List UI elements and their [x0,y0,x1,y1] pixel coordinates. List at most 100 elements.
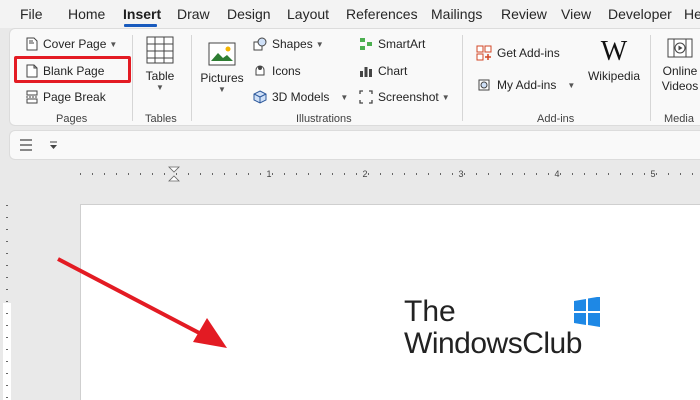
group-divider [132,35,133,121]
ruler-number: 2 [362,169,367,179]
ruler-tick [6,241,8,242]
tab-layout[interactable]: Layout [287,6,329,22]
ruler-number: 1 [266,169,271,179]
chart-icon [360,67,372,77]
online-videos-label-1: Online [662,64,698,78]
screenshot-button[interactable]: Screenshot ▼ [359,90,450,104]
group-label-media: Media [664,113,694,125]
ruler-tick [464,173,465,175]
my-add-ins-icon [478,79,490,91]
wikipedia-button[interactable]: W Wikipedia [585,37,643,84]
tab-help[interactable]: He [684,6,700,22]
quick-access-toolbar [9,130,700,160]
customize-toolbar-icon[interactable] [49,141,58,150]
ruler-tick [236,173,237,175]
tab-references[interactable]: References [346,6,418,22]
logo-text-the: The [404,295,456,328]
my-add-ins-label: My Add-ins [497,78,557,92]
ruler-tick [128,173,129,175]
pictures-button[interactable]: Pictures ▼ [198,41,246,94]
smartart-icon [360,38,372,50]
tab-developer[interactable]: Developer [608,6,672,22]
my-add-ins-button[interactable]: My Add-ins ▼ [476,77,575,93]
vertical-ruler [3,205,11,400]
ruler-tick [524,173,525,175]
ruler-tick [284,173,285,175]
tab-draw[interactable]: Draw [177,6,210,22]
ruler-number: 5 [650,169,655,179]
tab-design[interactable]: Design [227,6,271,22]
chevron-down-icon: ▼ [315,39,324,49]
group-label-add-ins: Add-ins [537,113,575,125]
ruler-tick [596,173,597,175]
icons-button[interactable]: Icons [253,64,301,78]
ruler-tick [6,217,8,218]
ruler-tick [6,253,8,254]
screenshot-icon [359,90,373,104]
ruler-tick [296,173,297,175]
smartart-label: SmartArt [378,37,426,51]
ruler-tick [680,173,681,175]
group-divider [650,35,651,121]
ruler-tick [332,173,333,175]
tab-file[interactable]: File [20,6,43,22]
ruler-tick [6,361,8,362]
ruler-tick [116,173,117,175]
indent-marker[interactable] [168,166,180,182]
online-video-icon [667,38,693,58]
table-icon [146,36,174,64]
table-label: Table [145,69,175,83]
cover-page-button[interactable]: Cover Page ▼ [26,37,117,51]
tab-view[interactable]: View [561,6,591,22]
ruler-tick [6,229,8,230]
3d-models-button[interactable]: 3D Models ▼ [253,90,348,104]
ruler-tick [692,173,693,175]
ruler-tick [584,173,585,175]
picture-icon [208,42,236,66]
icons-icon [255,65,265,76]
ruler-tick [248,173,249,175]
ruler-tick [6,205,8,206]
tab-insert[interactable]: Insert [123,6,161,22]
ruler-tick [188,173,189,175]
ruler-tick [6,313,8,314]
ruler-tick [512,173,513,175]
ruler-tick [344,173,345,175]
shapes-button[interactable]: Shapes ▼ [253,37,324,51]
tab-home[interactable]: Home [68,6,105,22]
ruler-tick [6,337,8,338]
pictures-label: Pictures [200,71,244,85]
online-videos-label-2: Videos [661,79,699,93]
ruler-tick [368,173,369,175]
online-videos-button[interactable]: Online Videos [658,37,700,94]
ruler-tick [476,173,477,175]
chart-button[interactable]: Chart [359,64,407,78]
chevron-down-icon: ▼ [156,83,164,92]
ruler-tick [6,289,8,290]
chart-label: Chart [378,64,408,78]
chevron-down-icon: ▼ [441,92,450,102]
ruler-tick [320,173,321,175]
tab-review[interactable]: Review [501,6,547,22]
page-break-button[interactable]: Page Break [26,90,106,104]
ruler-tick [488,173,489,175]
page-break-label: Page Break [43,90,106,104]
ruler-tick [500,173,501,175]
get-add-ins-button[interactable]: Get Add-ins [476,45,560,61]
windowsclub-logo: The WindowsClub [404,295,614,365]
ruler-tick [620,173,621,175]
ruler-tick [80,173,81,175]
table-button[interactable]: Table ▼ [140,35,180,92]
ruler-tick [668,173,669,175]
page-break-icon [26,90,38,104]
ruler-tick [452,173,453,175]
ruler-tick [560,173,561,175]
ruler-number: 4 [554,169,559,179]
smartart-button[interactable]: SmartArt [359,37,425,51]
group-divider [462,35,463,121]
list-icon[interactable] [19,139,33,151]
icons-label: Icons [272,64,301,78]
chevron-down-icon: ▼ [218,85,226,94]
ruler-tick [6,301,8,302]
tab-mailings[interactable]: Mailings [431,6,482,22]
